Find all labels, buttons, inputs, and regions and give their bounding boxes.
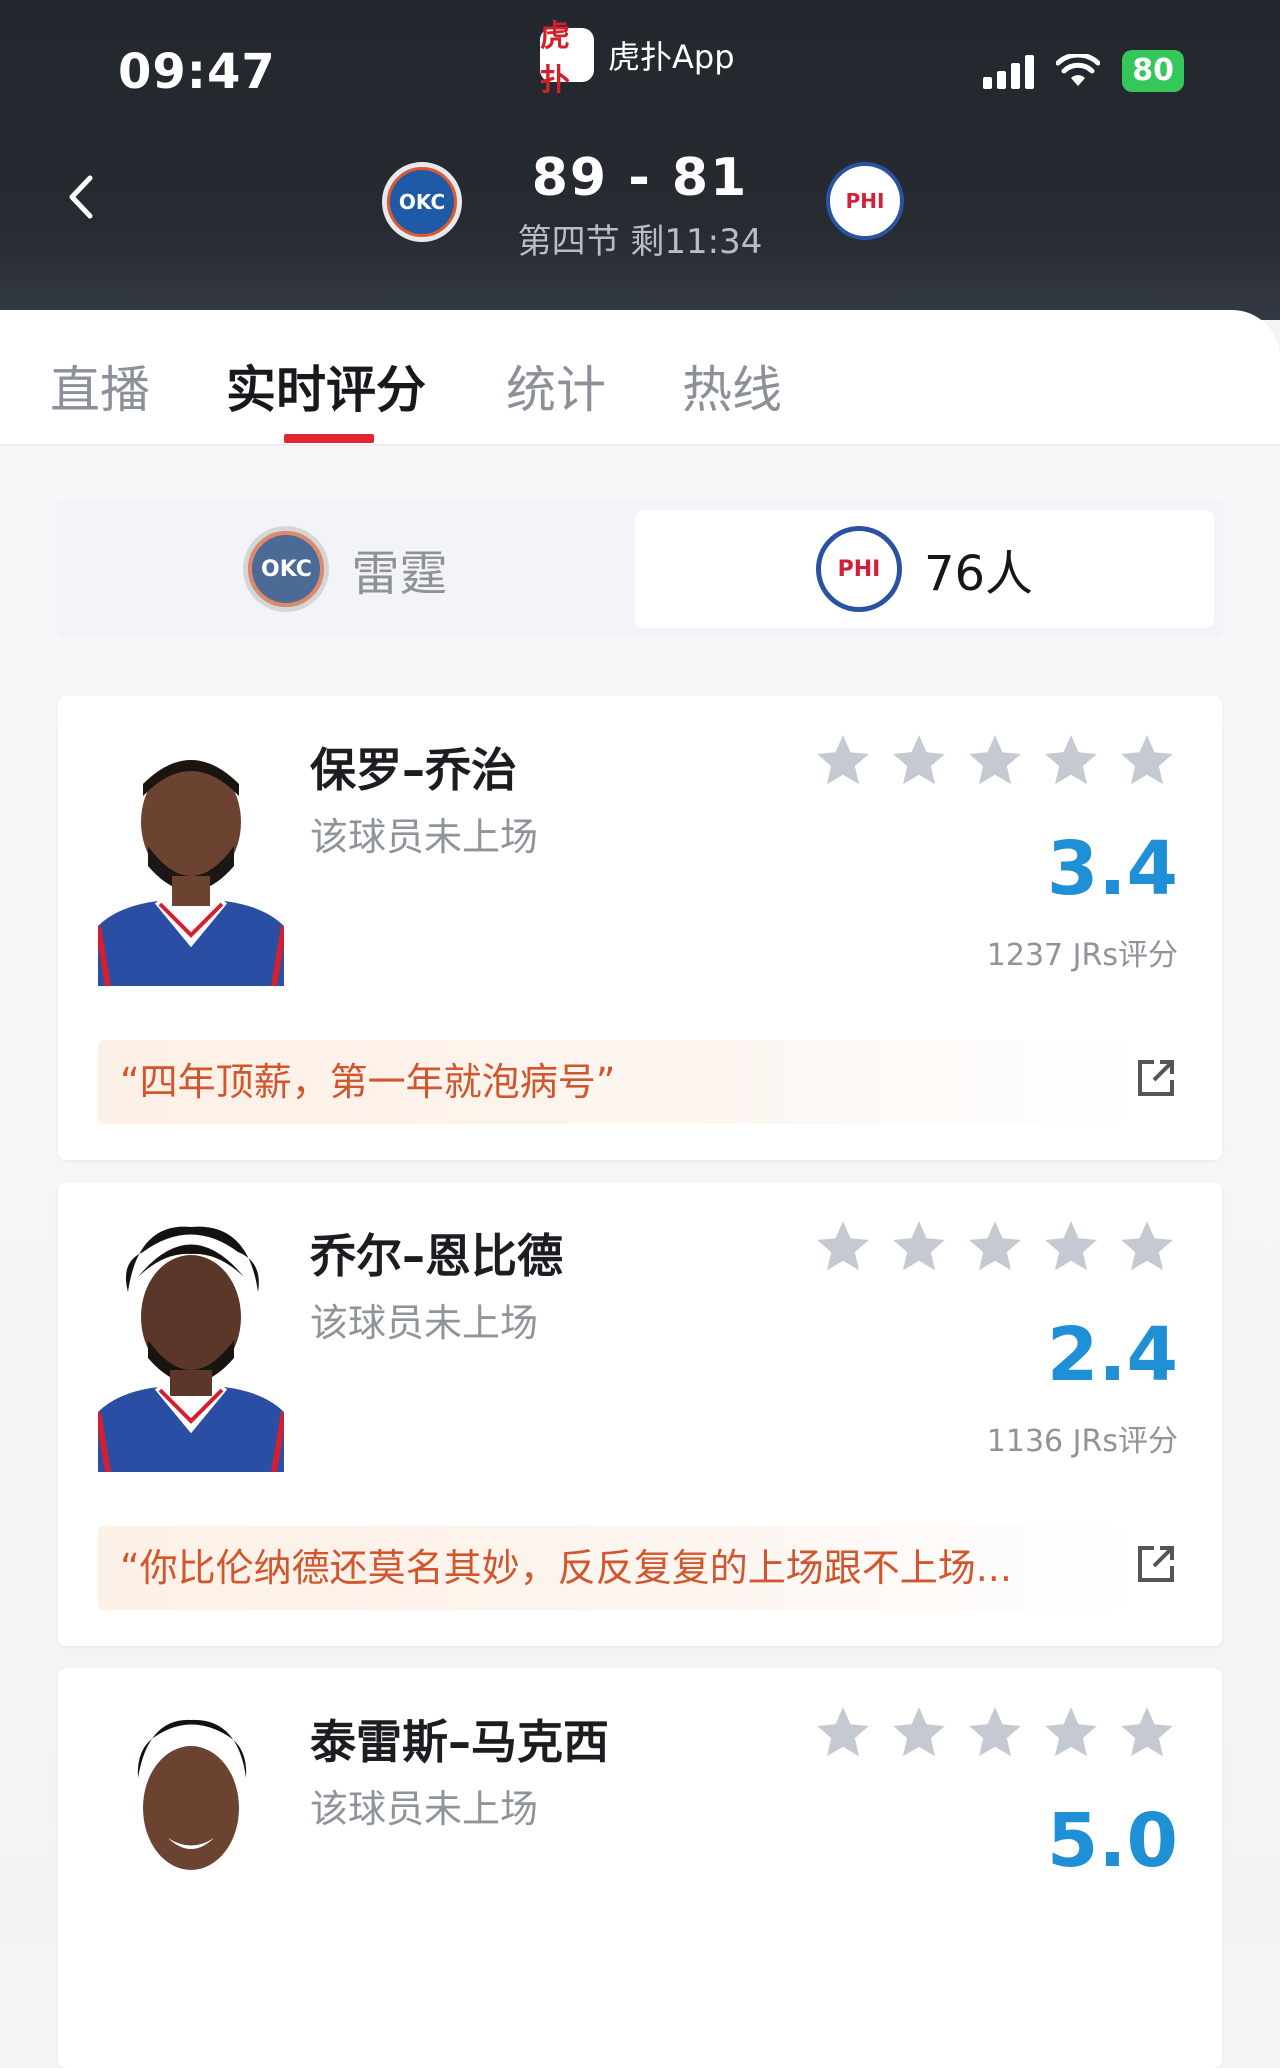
player-card[interactable]: 保罗–乔治 该球员未上场 3.4 1237 JRs评分 “四年顶薪，第一年就泡病… bbox=[58, 696, 1222, 1160]
player-card[interactable]: 泰雷斯–马克西 该球员未上场 5.0 bbox=[58, 1668, 1222, 2068]
star-icon[interactable] bbox=[1040, 1216, 1102, 1278]
star-icon[interactable] bbox=[964, 730, 1026, 792]
player-status: 该球员未上场 bbox=[310, 1787, 539, 1831]
star-icon[interactable] bbox=[964, 1702, 1026, 1764]
player-rating: 3.4 bbox=[1046, 826, 1178, 912]
star-icon[interactable] bbox=[1116, 1216, 1178, 1278]
team-name-okc: 雷霆 bbox=[351, 546, 448, 602]
star-icon[interactable] bbox=[964, 1216, 1026, 1278]
status-time: 09:47 bbox=[118, 44, 276, 100]
star-icon[interactable] bbox=[812, 1702, 874, 1764]
rating-count: 1237 JRs评分 bbox=[986, 938, 1178, 973]
share-icon[interactable] bbox=[1134, 1542, 1178, 1586]
star-icon[interactable] bbox=[1040, 730, 1102, 792]
status-icons: 80 bbox=[983, 50, 1184, 92]
app-name: 虎扑App bbox=[608, 38, 735, 76]
content-panel: 直播 实时评分 统计 热线 OKC 雷霆 PHI 76人 保罗–乔治 该球员未上… bbox=[0, 310, 1280, 2068]
player-avatar bbox=[98, 736, 284, 986]
tab-live[interactable]: 直播 bbox=[50, 350, 150, 422]
active-tab-indicator bbox=[284, 434, 374, 443]
phi-logo-icon: PHI bbox=[815, 526, 902, 612]
star-icon[interactable] bbox=[1116, 1702, 1178, 1764]
player-avatar bbox=[98, 1222, 284, 1472]
player-name: 乔尔–恩比德 bbox=[310, 1229, 563, 1283]
rating-stars[interactable] bbox=[812, 1216, 1178, 1278]
tab-stats[interactable]: 统计 bbox=[506, 350, 606, 422]
player-status: 该球员未上场 bbox=[310, 815, 539, 859]
star-icon[interactable] bbox=[888, 730, 950, 792]
battery-indicator: 80 bbox=[1122, 50, 1184, 92]
away-team-logo[interactable]: PHI bbox=[826, 162, 904, 240]
player-avatar bbox=[98, 1708, 284, 1958]
player-rating: 2.4 bbox=[1046, 1312, 1178, 1398]
share-icon[interactable] bbox=[1134, 1056, 1178, 1100]
away-team-logo-text: PHI bbox=[845, 189, 885, 213]
wifi-icon bbox=[1056, 54, 1101, 88]
team-switch: OKC 雷霆 PHI 76人 bbox=[56, 500, 1224, 638]
game-header: 09:47 虎扑 虎扑App 80 OKC 89 - 81 第四节 剩11:34… bbox=[0, 0, 1280, 320]
okc-logo-icon: OKC bbox=[243, 526, 330, 612]
player-rating: 5.0 bbox=[1046, 1798, 1178, 1884]
player-card[interactable]: 乔尔–恩比德 该球员未上场 2.4 1136 JRs评分 “你比伦纳德还莫名其妙… bbox=[58, 1182, 1222, 1646]
player-status: 该球员未上场 bbox=[310, 1301, 539, 1345]
signal-icon bbox=[983, 53, 1035, 89]
player-name: 保罗–乔治 bbox=[310, 743, 517, 797]
star-icon[interactable] bbox=[888, 1702, 950, 1764]
game-period: 第四节 剩11:34 bbox=[517, 222, 763, 262]
rating-stars[interactable] bbox=[812, 730, 1178, 792]
star-icon[interactable] bbox=[1040, 1702, 1102, 1764]
tab-live-rating[interactable]: 实时评分 bbox=[226, 350, 426, 422]
star-icon[interactable] bbox=[812, 730, 874, 792]
tab-hotline[interactable]: 热线 bbox=[682, 350, 782, 422]
app-badge[interactable]: 虎扑 虎扑App bbox=[540, 19, 735, 98]
rating-content: OKC 雷霆 PHI 76人 保罗–乔治 该球员未上场 3.4 1237 JRs… bbox=[0, 446, 1280, 2068]
top-comment[interactable]: “四年顶薪，第一年就泡病号” bbox=[98, 1040, 1140, 1124]
hupu-logo: 虎扑 bbox=[540, 19, 594, 98]
star-icon[interactable] bbox=[1116, 730, 1178, 792]
game-score: 89 - 81 bbox=[531, 148, 749, 208]
team-option-phi[interactable]: PHI 76人 bbox=[635, 510, 1214, 628]
top-comment[interactable]: “你比伦纳德还莫名其妙，反反复复的上场跟不上场... bbox=[98, 1526, 1140, 1610]
rating-stars[interactable] bbox=[812, 1702, 1178, 1764]
star-icon[interactable] bbox=[812, 1216, 874, 1278]
star-icon[interactable] bbox=[888, 1216, 950, 1278]
rating-count: 1136 JRs评分 bbox=[986, 1424, 1178, 1459]
team-name-phi: 76人 bbox=[923, 546, 1034, 602]
team-option-okc[interactable]: OKC 雷霆 bbox=[56, 500, 635, 638]
player-name: 泰雷斯–马克西 bbox=[310, 1715, 609, 1769]
tab-bar: 直播 实时评分 统计 热线 bbox=[0, 310, 1280, 446]
